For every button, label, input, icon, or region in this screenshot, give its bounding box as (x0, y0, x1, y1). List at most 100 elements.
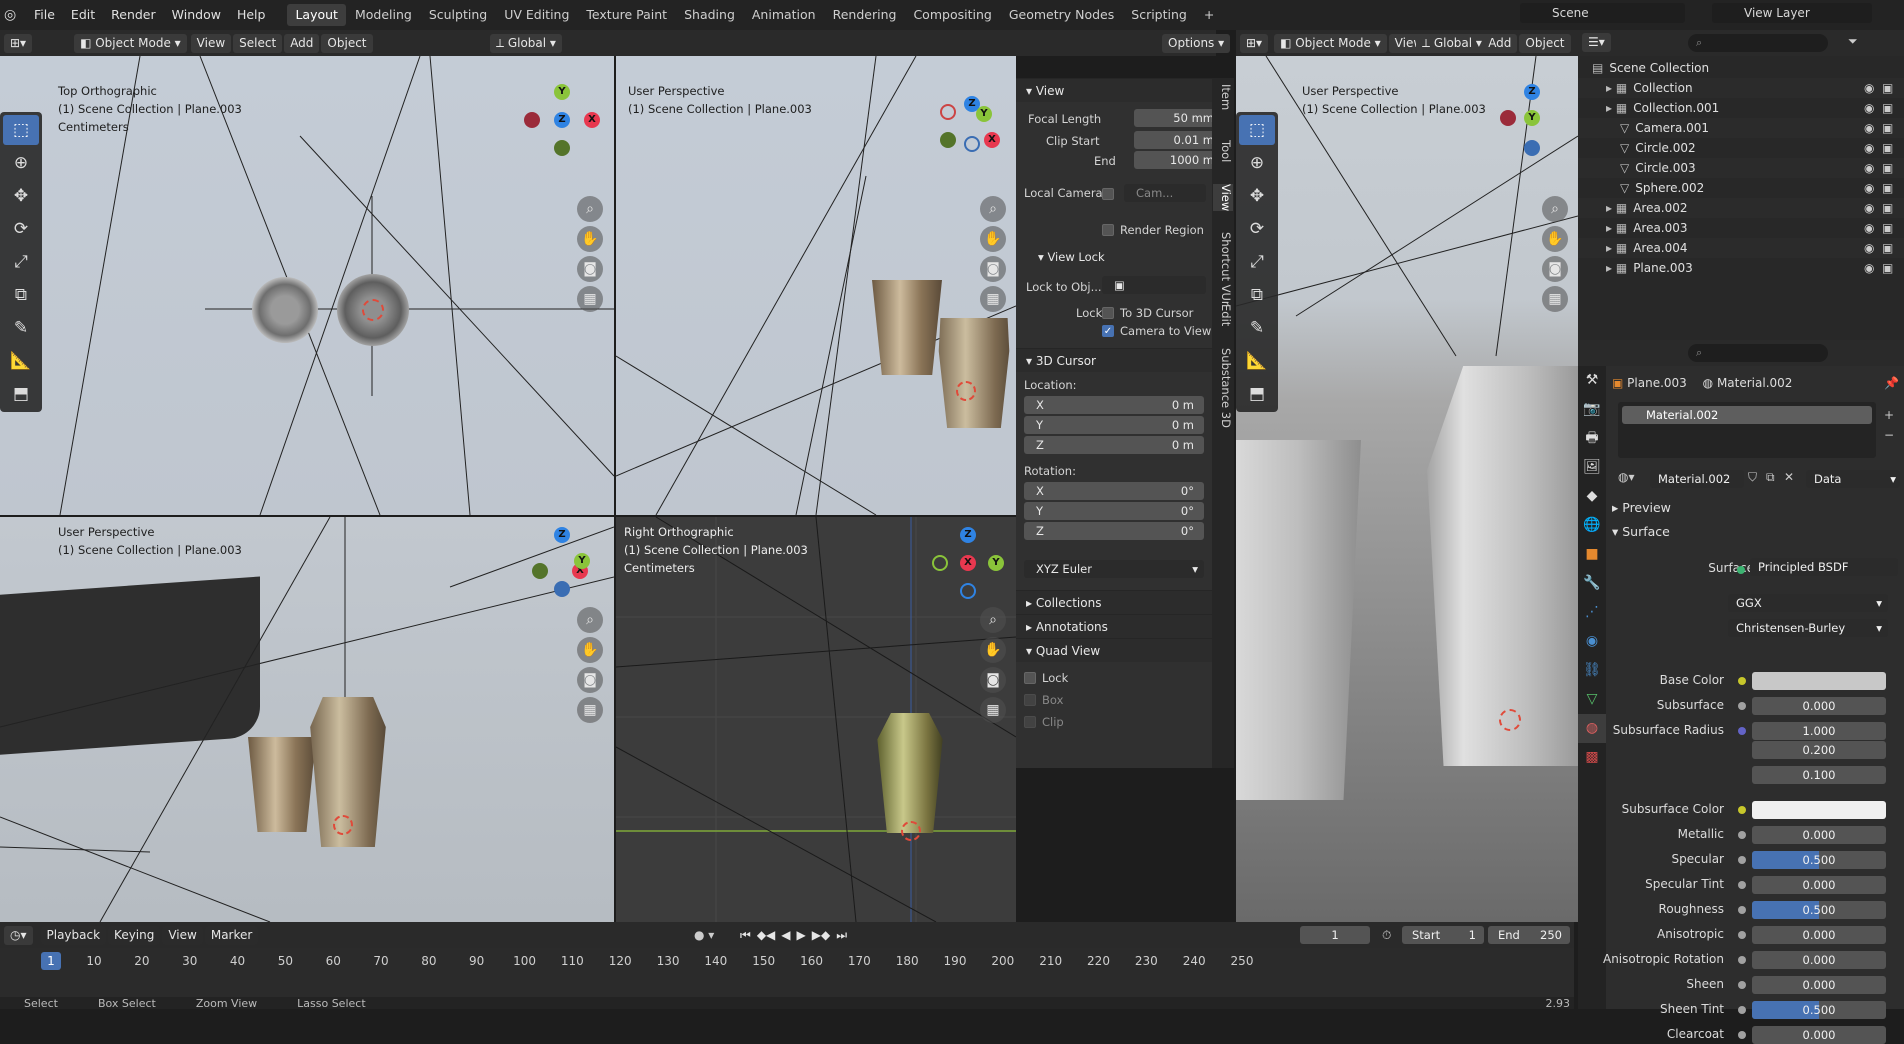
add-cube-tool-icon[interactable]: ⬒ (1239, 379, 1275, 409)
quad-lock-checkbox[interactable] (1024, 672, 1036, 684)
tab-scripting[interactable]: Scripting (1123, 4, 1195, 26)
gizmo-neg-y-axis[interactable] (940, 132, 956, 148)
transform-tool-icon[interactable]: ⧉ (3, 280, 39, 310)
constraints-tab-icon[interactable]: ⛓ (1578, 656, 1606, 685)
menu-render[interactable]: Render (103, 4, 164, 26)
remove-slot-button[interactable]: − (1884, 428, 1894, 442)
blender-logo-icon[interactable]: ◎ (4, 7, 26, 23)
camera-view-icon[interactable]: ◙ (577, 256, 603, 282)
tab-geometry-nodes[interactable]: Geometry Nodes (1001, 4, 1122, 26)
timeline-menu-marker[interactable]: Marker (204, 925, 259, 945)
tool-tab-icon[interactable]: ⚒ (1578, 366, 1606, 395)
scale-tool-icon[interactable]: ⤢ (1239, 247, 1275, 277)
gizmo-y-axis[interactable]: Y (976, 106, 992, 122)
particles-tab-icon[interactable]: ⋰ (1578, 598, 1606, 627)
next-keyframe-icon[interactable]: ▶◆ (812, 928, 830, 943)
cursor-rotation-x-field[interactable]: X 0° (1024, 482, 1204, 500)
render-visibility-icon[interactable]: ▣ (1882, 178, 1893, 198)
grid-toggle-icon[interactable]: ▦ (577, 286, 603, 312)
navigation-gizmo[interactable]: Z X Y (936, 96, 1016, 176)
gizmo-neg-x-axis[interactable] (940, 104, 956, 120)
clip-start-field[interactable]: 0.01 m (1134, 131, 1222, 149)
navigation-gizmo[interactable]: Z X Y (528, 527, 598, 597)
outliner-row[interactable]: ▸ ▦ Plane.003 ◉ ▣ (1578, 258, 1904, 278)
socket-dot[interactable] (1738, 677, 1746, 685)
render-visibility-icon[interactable]: ▣ (1882, 258, 1893, 278)
pan-hand-icon[interactable]: ✋ (1542, 226, 1568, 252)
gizmo-y-axis[interactable]: Y (554, 84, 570, 100)
gizmo-z-axis[interactable]: Z (1524, 84, 1540, 100)
grid-toggle-icon[interactable]: ▦ (1542, 286, 1568, 312)
header-menu-object[interactable]: Object (1519, 33, 1571, 53)
header-menu-view[interactable]: View (190, 33, 232, 53)
move-tool-icon[interactable]: ✥ (1239, 181, 1275, 211)
scene-selector[interactable]: Scene (1520, 3, 1685, 23)
viewport-user-perspective-top[interactable]: User Perspective (1) Scene Collection | … (616, 56, 1016, 515)
play-reverse-icon[interactable]: ◀ (781, 928, 790, 943)
param-field-clearcoat[interactable]: 0.000 (1752, 1026, 1886, 1044)
navigation-gizmo[interactable]: Y X Z (520, 84, 600, 164)
param-field-subsurface-radius-4[interactable]: 0.100 (1752, 766, 1886, 784)
visibility-eye-icon[interactable]: ◉ (1864, 98, 1874, 118)
cursor-tool-icon[interactable]: ⊕ (3, 148, 39, 178)
visibility-eye-icon[interactable]: ◉ (1864, 218, 1874, 238)
visibility-eye-icon[interactable]: ◉ (1864, 78, 1874, 98)
camera-view-icon[interactable]: ◙ (980, 256, 1006, 282)
outliner-row[interactable]: ▽ Circle.002 ◉ ▣ (1578, 138, 1904, 158)
distribution-select[interactable]: GGX ▾ (1728, 594, 1888, 612)
param-field-base-color[interactable] (1752, 672, 1886, 690)
gizmo-neg-y-axis[interactable] (554, 140, 570, 156)
param-field-metallic[interactable]: 0.000 (1752, 826, 1886, 844)
cursor-location-y-field[interactable]: Y 0 m (1024, 416, 1204, 434)
param-field-subsurface-radius[interactable]: 1.000 (1752, 722, 1886, 740)
outliner-row[interactable]: ▸ ▦ Area.002 ◉ ▣ (1578, 198, 1904, 218)
menu-window[interactable]: Window (164, 4, 229, 26)
cursor-tool-icon[interactable]: ⊕ (1239, 148, 1275, 178)
sidebar-tab-edit[interactable]: Edit (1213, 304, 1233, 326)
camera-view-icon[interactable]: ◙ (980, 667, 1006, 693)
prev-keyframe-icon[interactable]: ◆◀ (757, 928, 775, 943)
param-field-sheen[interactable]: 0.000 (1752, 976, 1886, 994)
local-camera-checkbox[interactable] (1102, 188, 1114, 200)
param-field-roughness[interactable]: 0.500 (1752, 901, 1886, 919)
grid-toggle-icon[interactable]: ▦ (577, 697, 603, 723)
orientation-select[interactable]: ⟂ Global ▾ (490, 33, 562, 53)
options-button[interactable]: Options ▾ (1162, 33, 1231, 53)
outliner-row[interactable]: ▸ ▦ Collection.001 ◉ ▣ (1578, 98, 1904, 118)
select-box-icon[interactable]: ⬚ (3, 115, 39, 145)
tab-animation[interactable]: Animation (744, 4, 824, 26)
menu-help[interactable]: Help (229, 4, 274, 26)
pan-hand-icon[interactable]: ✋ (980, 637, 1006, 663)
param-field-specular-tint[interactable]: 0.000 (1752, 876, 1886, 894)
param-field-subsurface-radius-3[interactable]: 0.200 (1752, 741, 1886, 759)
clip-end-field[interactable]: 1000 m (1134, 151, 1222, 169)
mode-select[interactable]: ◧ Object Mode ▾ (1274, 33, 1387, 53)
jump-end-icon[interactable]: ⏭ (836, 928, 847, 943)
start-frame-field[interactable]: Start 1 (1402, 926, 1484, 944)
record-button[interactable]: ● ▾ (694, 928, 714, 942)
gizmo-neg-y-axis[interactable] (532, 563, 548, 579)
local-camera-field[interactable]: Cam... (1124, 184, 1206, 202)
scene-tab-icon[interactable]: ◆ (1578, 482, 1606, 511)
visibility-eye-icon[interactable]: ◉ (1864, 258, 1874, 278)
cursor-rotation-y-field[interactable]: Y 0° (1024, 502, 1204, 520)
render-visibility-icon[interactable]: ▣ (1882, 138, 1893, 158)
zoom-icon[interactable]: ⌕ (980, 196, 1006, 222)
preview-panel-header[interactable]: ▸ Preview (1612, 500, 1671, 515)
zoom-icon[interactable]: ⌕ (980, 607, 1006, 633)
visibility-eye-icon[interactable]: ◉ (1864, 238, 1874, 258)
sidebar-tab-substance-3d[interactable]: Substance 3D (1213, 348, 1233, 428)
timeline-editor-type[interactable]: ◷▾ (4, 925, 33, 945)
view-layer-selector[interactable]: View Layer (1712, 3, 1872, 23)
viewport-user-perspective-bottom[interactable]: User Perspective (1) Scene Collection | … (0, 517, 614, 922)
transform-tool-icon[interactable]: ⧉ (1239, 280, 1275, 310)
tab-modeling[interactable]: Modeling (347, 4, 420, 26)
timeline-menu-keying[interactable]: Keying (108, 925, 161, 945)
quad-box-checkbox[interactable] (1024, 694, 1036, 706)
texture-tab-icon[interactable]: ▩ (1578, 743, 1606, 772)
mode-select[interactable]: ◧ Object Mode ▾ (74, 33, 187, 53)
gizmo-x-axis[interactable]: X (584, 112, 600, 128)
navigation-gizmo[interactable]: Z Y (1498, 84, 1578, 164)
outliner-search[interactable]: ⌕ (1688, 34, 1828, 52)
tab-uv-editing[interactable]: UV Editing (496, 4, 577, 26)
